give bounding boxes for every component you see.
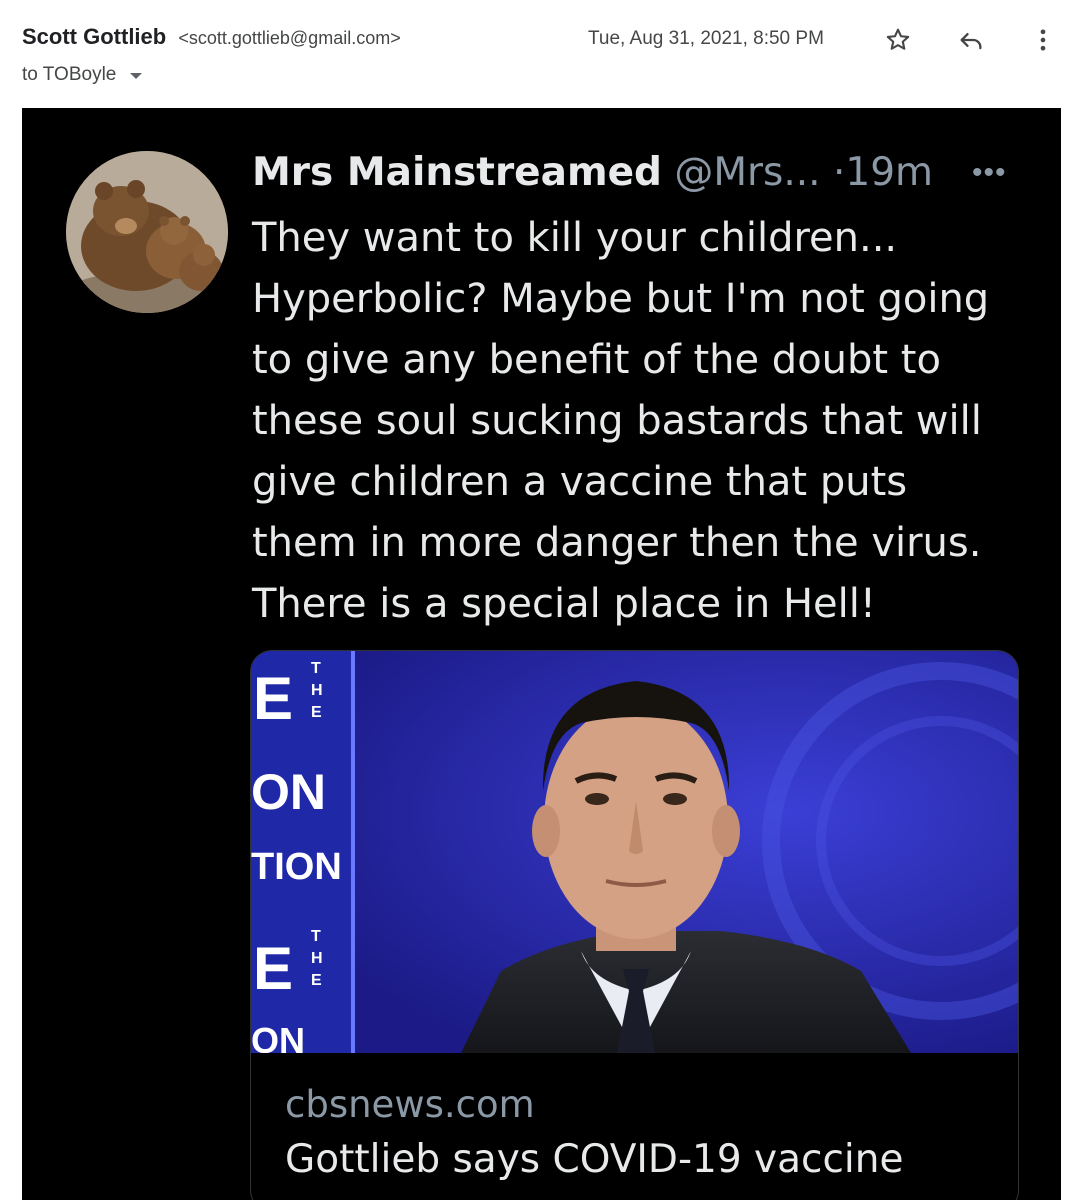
tweet-screenshot: Mrs Mainstreamed @Mrs... ·19m ••• They w… <box>22 108 1061 1200</box>
sign-letter: ON <box>251 764 326 820</box>
sign-letter: H <box>311 950 323 967</box>
recipient-label: to TOBoyle <box>22 64 117 85</box>
reply-icon[interactable] <box>955 24 987 56</box>
tweet-text-line: these soul sucking bastards that will <box>252 398 982 444</box>
sender-line: Scott Gottlieb <scott.gottlieb@gmail.com… <box>22 24 401 50</box>
star-icon[interactable] <box>882 24 914 56</box>
tweet-text-line: They want to kill your children... <box>252 215 898 261</box>
author-name[interactable]: Mrs Mainstreamed <box>252 150 662 195</box>
sign-letter: E <box>311 704 322 721</box>
tweet-text-line: to give any benefit of the doubt to <box>252 337 941 383</box>
sender-email: <scott.gottlieb@gmail.com> <box>178 28 401 48</box>
sign-letter: E <box>253 935 293 1002</box>
recipient-line[interactable]: to TOBoyle <box>22 64 143 86</box>
more-horizontal-icon[interactable]: ••• <box>972 156 1007 190</box>
sign-letter: T <box>311 928 321 945</box>
separator-dot: · <box>832 150 846 195</box>
sign-letter: TION <box>251 846 342 888</box>
avatar <box>66 151 228 313</box>
tweet-text: They want to kill your children... Hyper… <box>252 208 1042 635</box>
sign-letter: ON <box>251 1020 305 1053</box>
card-title[interactable]: Gottlieb says COVID-19 vaccine <box>285 1137 903 1182</box>
sign-letter: T <box>311 660 321 677</box>
tweet-text-line: Hyperbolic? Maybe but I'm not going <box>252 276 990 322</box>
email-header: Scott Gottlieb <scott.gottlieb@gmail.com… <box>0 0 1065 108</box>
more-vert-icon[interactable] <box>1027 24 1059 56</box>
sign-letter: H <box>311 682 323 699</box>
card-domain[interactable]: cbsnews.com <box>285 1083 535 1126</box>
tweet-text-line: them in more danger then the virus. <box>252 520 982 566</box>
email-date: Tue, Aug 31, 2021, 8:50 PM <box>588 28 824 49</box>
card-image: E T H E ON TION E T H E ON <box>251 651 1018 1053</box>
sign-letter: E <box>253 665 293 732</box>
sign-letter: E <box>311 972 322 989</box>
author-handle[interactable]: @Mrs... <box>674 150 820 195</box>
tweet-text-line: give children a vaccine that puts <box>252 459 908 505</box>
sender-name[interactable]: Scott Gottlieb <box>22 24 166 49</box>
chevron-down-icon[interactable] <box>130 73 143 79</box>
tweet-text-line: There is a special place in Hell! <box>252 581 876 627</box>
link-preview-card[interactable]: E T H E ON TION E T H E ON cbsnews.com G… <box>250 650 1019 1200</box>
news-anchor-photo: E T H E ON TION E T H E ON <box>251 651 1018 1053</box>
tweet-author-line: Mrs Mainstreamed @Mrs... ·19m <box>252 150 933 195</box>
bear-avatar-image <box>66 151 228 313</box>
tweet-age: 19m <box>845 150 934 195</box>
